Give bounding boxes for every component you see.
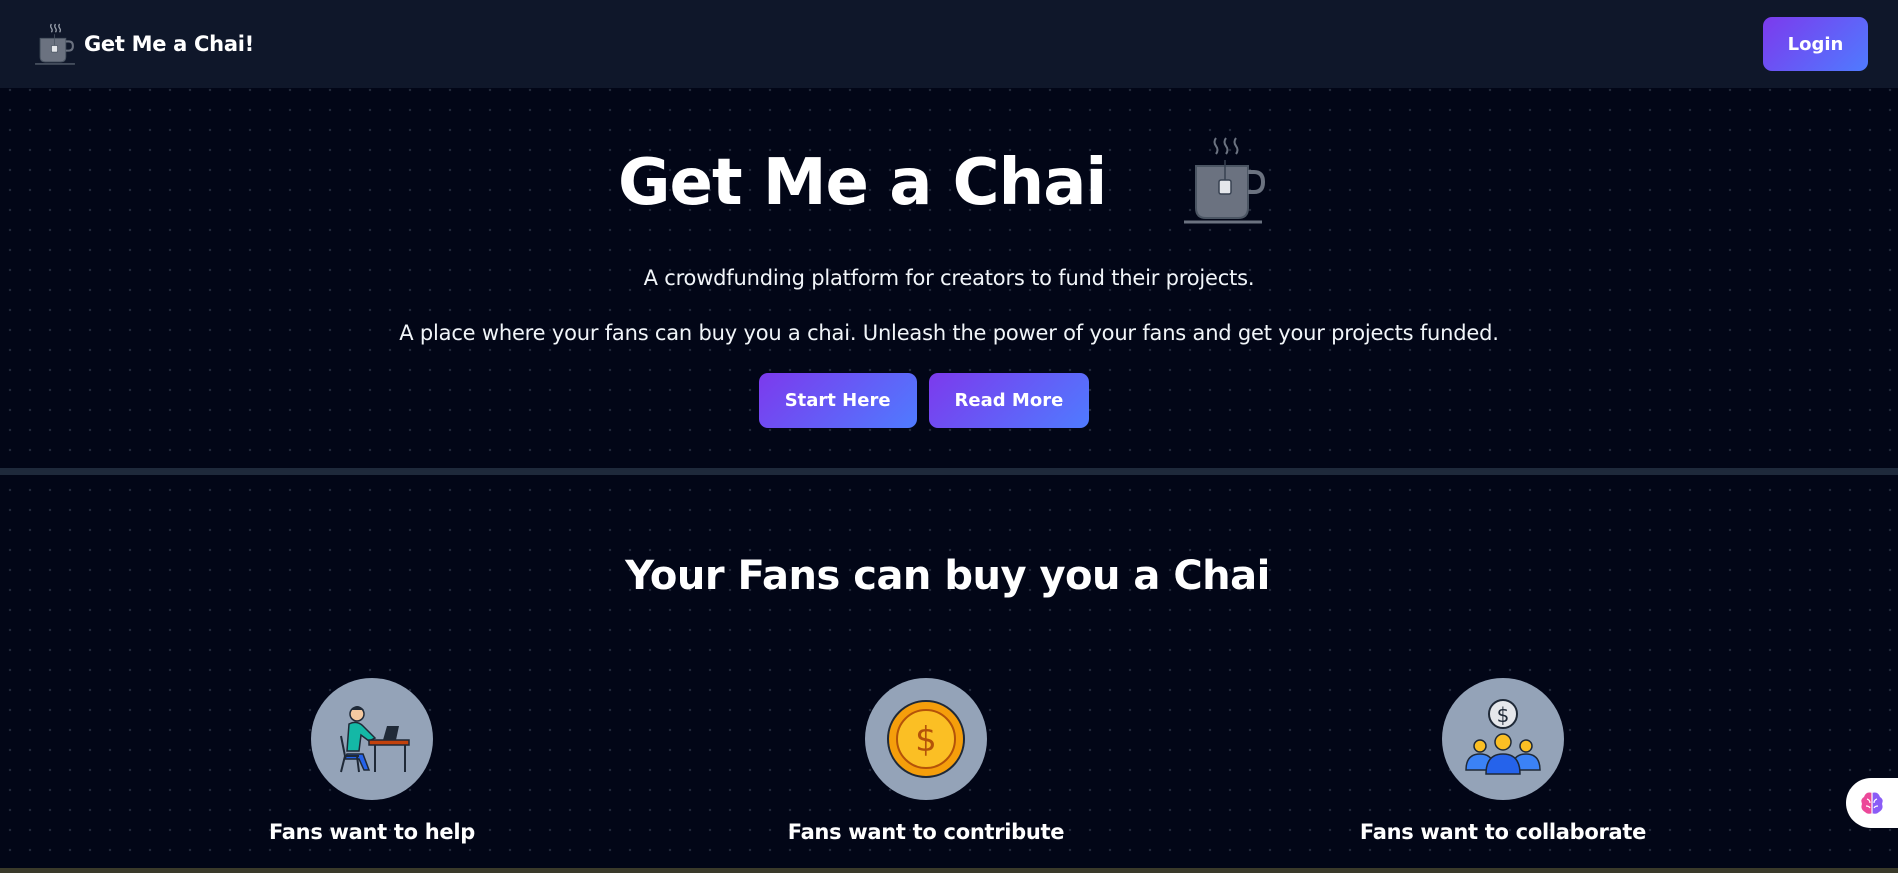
feature-icon-circle: $ [865,678,987,800]
brand[interactable]: Get Me a Chai! [32,21,254,67]
feature-label: Fans want to contribute [787,820,1065,844]
svg-text:$: $ [1497,703,1510,727]
feature-contribute: $ Fans want to contribute [746,678,1106,844]
section-divider [0,468,1898,475]
read-more-button[interactable]: Read More [928,373,1090,428]
hero-title: Get Me a Chai [618,146,1107,220]
feature-collaborate: $ Fans want to collaborate [1323,678,1683,844]
login-button[interactable]: Login [1763,17,1868,71]
feature-icon-circle [311,678,433,800]
svg-text:$: $ [915,720,937,760]
feature-icon-circle: $ [1442,678,1564,800]
dollar-coin-icon: $ [887,700,965,778]
section-title: Your Fans can buy you a Chai [625,553,1270,599]
hero-subtitle: A crowdfunding platform for creators to … [643,266,1255,290]
hero-section: Get Me a Chai A crowdfunding platform fo… [0,88,1898,468]
floating-assistant-button[interactable] [1846,778,1898,828]
bottom-edge [0,868,1898,873]
tea-cup-icon [35,23,75,65]
navbar: Get Me a Chai! Login [0,0,1898,88]
feature-help: Fans want to help [192,678,552,844]
hero-description: A place where your fans can buy you a ch… [399,321,1499,345]
hero-buttons: Start Here Read More [0,373,1898,428]
tea-cup-icon [1184,137,1266,224]
brain-icon [1861,792,1883,814]
start-here-button[interactable]: Start Here [758,373,917,428]
feature-label: Fans want to help [268,820,476,844]
group-dollar-icon: $ [1465,699,1541,775]
brand-name: Get Me a Chai! [84,32,254,56]
feature-label: Fans want to collaborate [1359,820,1647,844]
person-at-desk-icon [340,706,410,773]
